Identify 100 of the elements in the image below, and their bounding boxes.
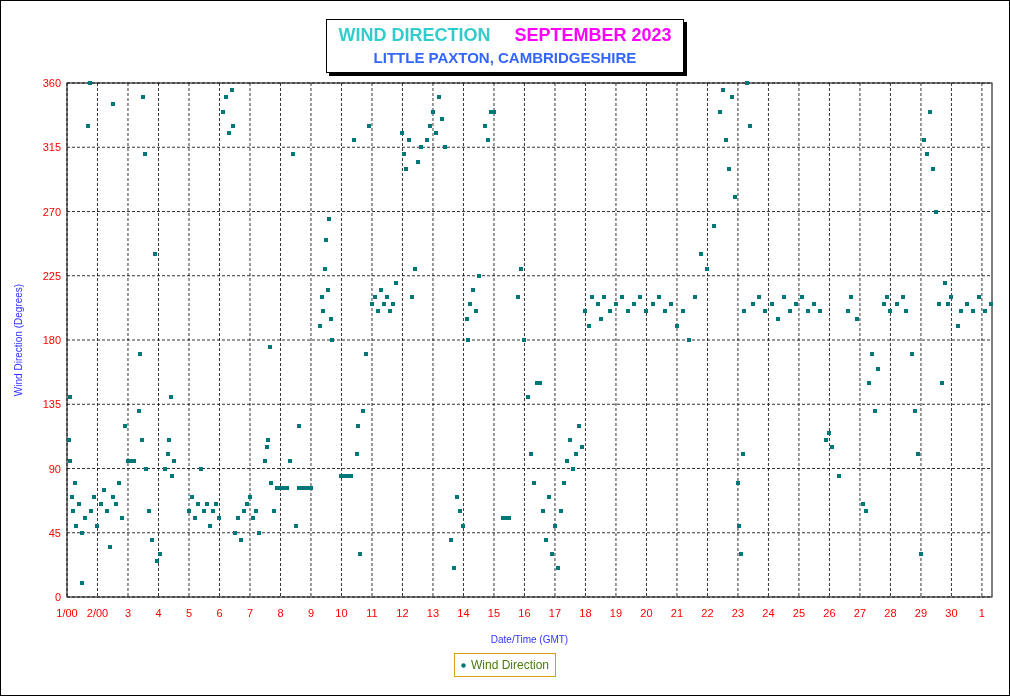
- data-point: [388, 309, 392, 313]
- data-point: [748, 124, 752, 128]
- data-point: [526, 395, 530, 399]
- data-point: [321, 309, 325, 313]
- data-point: [117, 481, 121, 485]
- data-point: [669, 302, 673, 306]
- data-point: [187, 509, 191, 513]
- data-point: [626, 309, 630, 313]
- x-tick-label: 23: [731, 607, 745, 619]
- data-point: [428, 124, 432, 128]
- data-point: [849, 295, 853, 299]
- x-tick-label: 29: [914, 607, 928, 619]
- data-point: [956, 324, 960, 328]
- data-point: [940, 381, 944, 385]
- data-point: [763, 309, 767, 313]
- data-point: [74, 524, 78, 528]
- data-point: [172, 459, 176, 463]
- data-point: [687, 338, 691, 342]
- data-point: [800, 295, 804, 299]
- data-point: [150, 538, 154, 542]
- data-point: [67, 438, 71, 442]
- data-point: [565, 459, 569, 463]
- data-point: [364, 352, 368, 356]
- data-point: [751, 302, 755, 306]
- data-point: [382, 302, 386, 306]
- x-tick-label: 16: [518, 607, 531, 619]
- data-point: [254, 509, 258, 513]
- y-tick-label: 315: [42, 141, 61, 154]
- data-point: [416, 160, 420, 164]
- data-point: [587, 324, 591, 328]
- data-point: [153, 252, 157, 256]
- data-point: [323, 267, 327, 271]
- data-point: [71, 509, 75, 513]
- data-point: [434, 131, 438, 135]
- data-point: [568, 438, 572, 442]
- data-point: [651, 302, 655, 306]
- data-point: [465, 317, 469, 321]
- x-tick-label: 6: [216, 607, 223, 619]
- data-point: [830, 445, 834, 449]
- data-point: [114, 502, 118, 506]
- data-point: [916, 452, 920, 456]
- y-tick-label: 270: [42, 205, 61, 218]
- data-point: [971, 309, 975, 313]
- data-point: [217, 516, 221, 520]
- data-point: [239, 538, 243, 542]
- x-tick-label: 18: [579, 607, 592, 619]
- data-point: [230, 88, 234, 92]
- data-point: [140, 438, 144, 442]
- data-point: [355, 452, 359, 456]
- data-point: [931, 167, 935, 171]
- data-point: [404, 167, 408, 171]
- data-point: [474, 309, 478, 313]
- data-point: [144, 467, 148, 471]
- data-point: [827, 431, 831, 435]
- data-point: [413, 267, 417, 271]
- data-point: [68, 395, 72, 399]
- data-point: [721, 88, 725, 92]
- chart-title: WIND DIRECTION: [338, 24, 491, 47]
- data-point: [602, 295, 606, 299]
- data-point: [724, 138, 728, 142]
- data-point: [242, 509, 246, 513]
- data-point: [559, 509, 563, 513]
- data-point: [158, 552, 162, 556]
- x-tick-label: 28: [884, 607, 897, 619]
- x-tick-label: 27: [853, 607, 867, 619]
- data-point: [455, 495, 459, 499]
- data-point: [522, 338, 526, 342]
- data-point: [294, 524, 298, 528]
- x-tick-label: 9: [307, 607, 315, 619]
- data-point: [227, 131, 231, 135]
- data-point: [529, 452, 533, 456]
- data-point: [443, 145, 447, 149]
- data-point: [620, 295, 624, 299]
- data-point: [233, 531, 237, 535]
- data-point: [925, 152, 929, 156]
- data-point: [266, 438, 270, 442]
- data-point: [224, 95, 228, 99]
- data-point: [483, 124, 487, 128]
- data-point: [143, 152, 147, 156]
- data-point: [788, 309, 792, 313]
- data-point: [461, 524, 465, 528]
- data-point: [391, 302, 395, 306]
- data-point: [326, 288, 330, 292]
- y-tick-label: 0: [54, 591, 61, 603]
- data-point: [425, 138, 429, 142]
- data-point: [471, 288, 475, 292]
- data-point: [211, 509, 215, 513]
- data-point: [562, 481, 566, 485]
- data-point: [532, 481, 536, 485]
- x-tick-label: 22: [701, 607, 714, 619]
- data-point: [861, 502, 865, 506]
- legend-label: Wind Direction: [471, 657, 549, 674]
- data-point: [166, 452, 170, 456]
- data-point: [263, 459, 267, 463]
- data-point: [221, 110, 225, 114]
- data-point: [147, 509, 151, 513]
- data-point: [882, 302, 886, 306]
- data-point: [320, 295, 324, 299]
- data-point: [379, 288, 383, 292]
- data-point: [776, 317, 780, 321]
